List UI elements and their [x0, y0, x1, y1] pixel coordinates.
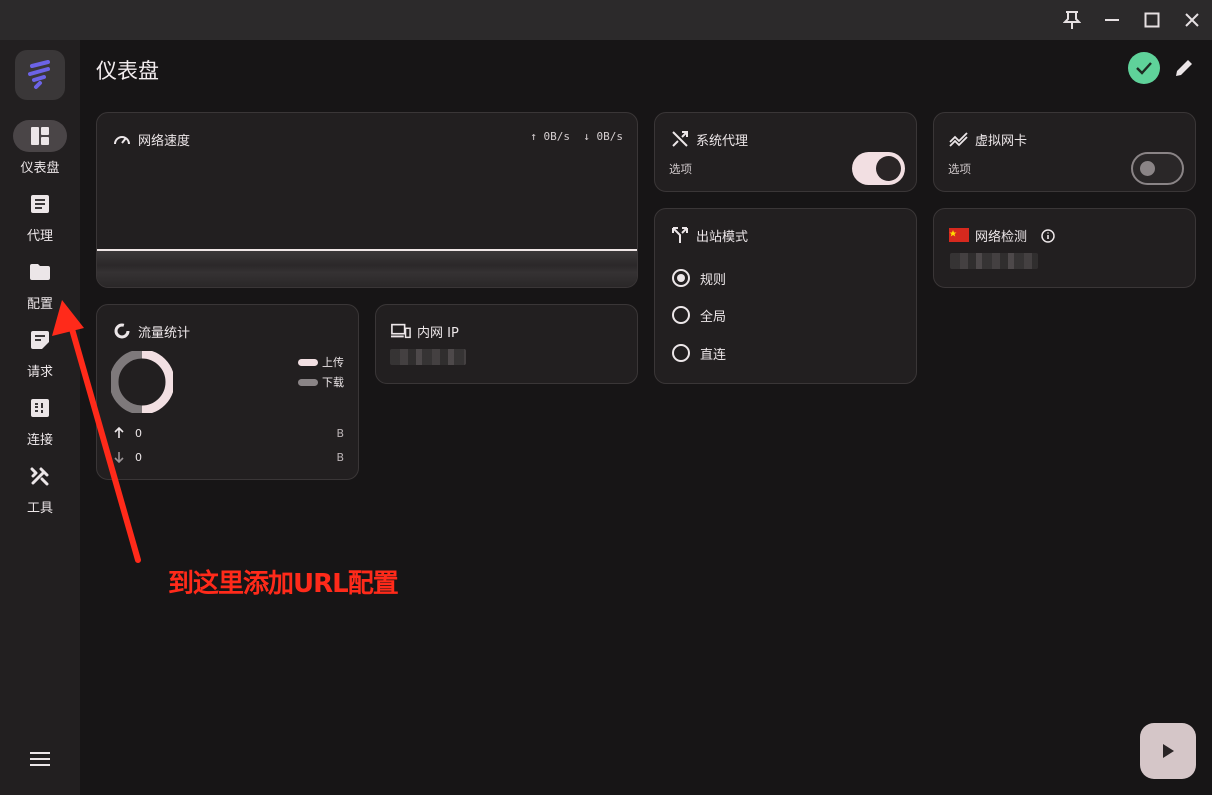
sidebar-item-requests[interactable]: 请求 [0, 324, 80, 386]
sidebar-item-tools[interactable]: 工具 [0, 460, 80, 522]
download-unit: B [336, 450, 344, 464]
call-split-icon [670, 225, 690, 245]
trending-icon [949, 129, 969, 149]
mode-option-label: 规则 [700, 272, 727, 288]
tun-card: 虚拟网卡 选项 [933, 112, 1196, 192]
article-icon [13, 188, 67, 220]
arrow-down-icon [114, 452, 124, 463]
legend-swatch [298, 358, 318, 366]
mode-option-direct[interactable]: 直连 [672, 342, 726, 364]
shuffle-icon [670, 129, 690, 149]
status-ok-button[interactable] [1128, 52, 1160, 84]
legend-label: 下载 [322, 376, 344, 389]
page-title: 仪表盘 [96, 59, 159, 83]
redacted-ip [390, 349, 466, 365]
window-titlebar [0, 0, 1212, 40]
traffic-stats-card: 流量统计 上传 下载 0 B 0 B [96, 304, 359, 480]
toggle-knob [876, 156, 901, 181]
play-icon [1163, 744, 1174, 758]
upload-unit: B [336, 426, 344, 440]
app-logo [15, 50, 65, 100]
info-icon[interactable] [1041, 228, 1055, 247]
radio-button[interactable] [672, 269, 690, 287]
card-title: 系统代理 [696, 134, 749, 149]
sidebar-item-label: 工具 [26, 501, 53, 516]
radio-button[interactable] [672, 344, 690, 362]
sidebar-item-label: 请求 [26, 365, 53, 380]
sidebar-item-label: 配置 [26, 297, 53, 312]
mode-option-label: 直连 [700, 347, 727, 363]
sidebar-item-profiles[interactable]: 配置 [0, 256, 80, 318]
maximize-icon[interactable] [1137, 6, 1167, 34]
sidebar-item-dashboard[interactable]: 仪表盘 [0, 120, 80, 182]
menu-icon[interactable] [26, 747, 54, 771]
card-title: 出站模式 [696, 230, 749, 245]
download-total-row: 0 B [113, 449, 344, 465]
speed-chart [97, 249, 637, 287]
options-label[interactable]: 选项 [948, 161, 971, 177]
mode-option-rule[interactable]: 规则 [672, 267, 726, 289]
card-title: 网络速度 [138, 134, 191, 149]
annotation-text: 到这里添加URL配置 [168, 569, 399, 599]
legend-download: 下载 [298, 374, 344, 390]
download-total: 0 [135, 450, 142, 464]
devices-icon [391, 321, 411, 341]
rules-icon [13, 324, 67, 356]
legend-label: 上传 [322, 356, 344, 369]
close-icon[interactable] [1177, 6, 1207, 34]
arrow-up-icon [114, 427, 124, 438]
check-icon [1136, 62, 1152, 75]
speedometer-icon [112, 129, 132, 149]
card-title: 虚拟网卡 [975, 134, 1028, 149]
card-title: 网络检测 [975, 230, 1028, 245]
system-proxy-card: 系统代理 选项 [654, 112, 917, 192]
sidebar-item-label: 代理 [26, 229, 53, 244]
traffic-donut-chart [111, 351, 173, 413]
mode-option-global[interactable]: 全局 [672, 304, 726, 326]
network-speed-card: 网络速度 ↑ 0B/s ↓ 0B/s [96, 112, 638, 288]
pencil-icon [1176, 60, 1192, 76]
sidebar-item-label: 仪表盘 [20, 161, 60, 176]
upload-speed: ↑ 0B/s [530, 130, 570, 143]
upload-total: 0 [135, 426, 142, 440]
tools-icon [13, 460, 67, 492]
dashboard-icon [13, 120, 67, 152]
redacted-ip [950, 253, 1038, 269]
pin-icon[interactable] [1057, 6, 1087, 34]
card-title: 内网 IP [417, 326, 459, 341]
upload-total-row: 0 B [113, 425, 344, 441]
sidebar-item-label: 连接 [26, 433, 53, 448]
download-speed: ↓ 0B/s [583, 130, 623, 143]
folder-icon [13, 256, 67, 288]
sidebar-item-proxy[interactable]: 代理 [0, 188, 80, 250]
tun-toggle[interactable] [1131, 152, 1184, 185]
flag-icon [949, 228, 969, 242]
legend-upload: 上传 [298, 354, 344, 370]
mode-option-label: 全局 [700, 309, 727, 325]
lan-ip-card: 内网 IP [375, 304, 638, 384]
card-title: 流量统计 [138, 326, 191, 341]
sidebar-item-connections[interactable]: 连接 [0, 392, 80, 454]
network-check-card: 网络检测 [933, 208, 1196, 288]
connections-icon [13, 392, 67, 424]
speed-readout: ↑ 0B/s ↓ 0B/s [530, 130, 623, 143]
legend-swatch [298, 378, 318, 386]
system-proxy-toggle[interactable] [852, 152, 905, 185]
edit-button[interactable] [1172, 56, 1196, 80]
sidebar: 仪表盘 代理 配置 请求 连接 工具 [0, 40, 80, 795]
run-button[interactable] [1140, 723, 1196, 779]
minimize-icon[interactable] [1097, 6, 1127, 34]
donut-icon [112, 321, 132, 341]
toggle-knob [1140, 161, 1155, 176]
radio-button[interactable] [672, 306, 690, 324]
options-label[interactable]: 选项 [669, 161, 692, 177]
outbound-mode-card: 出站模式 规则 全局 直连 [654, 208, 917, 384]
